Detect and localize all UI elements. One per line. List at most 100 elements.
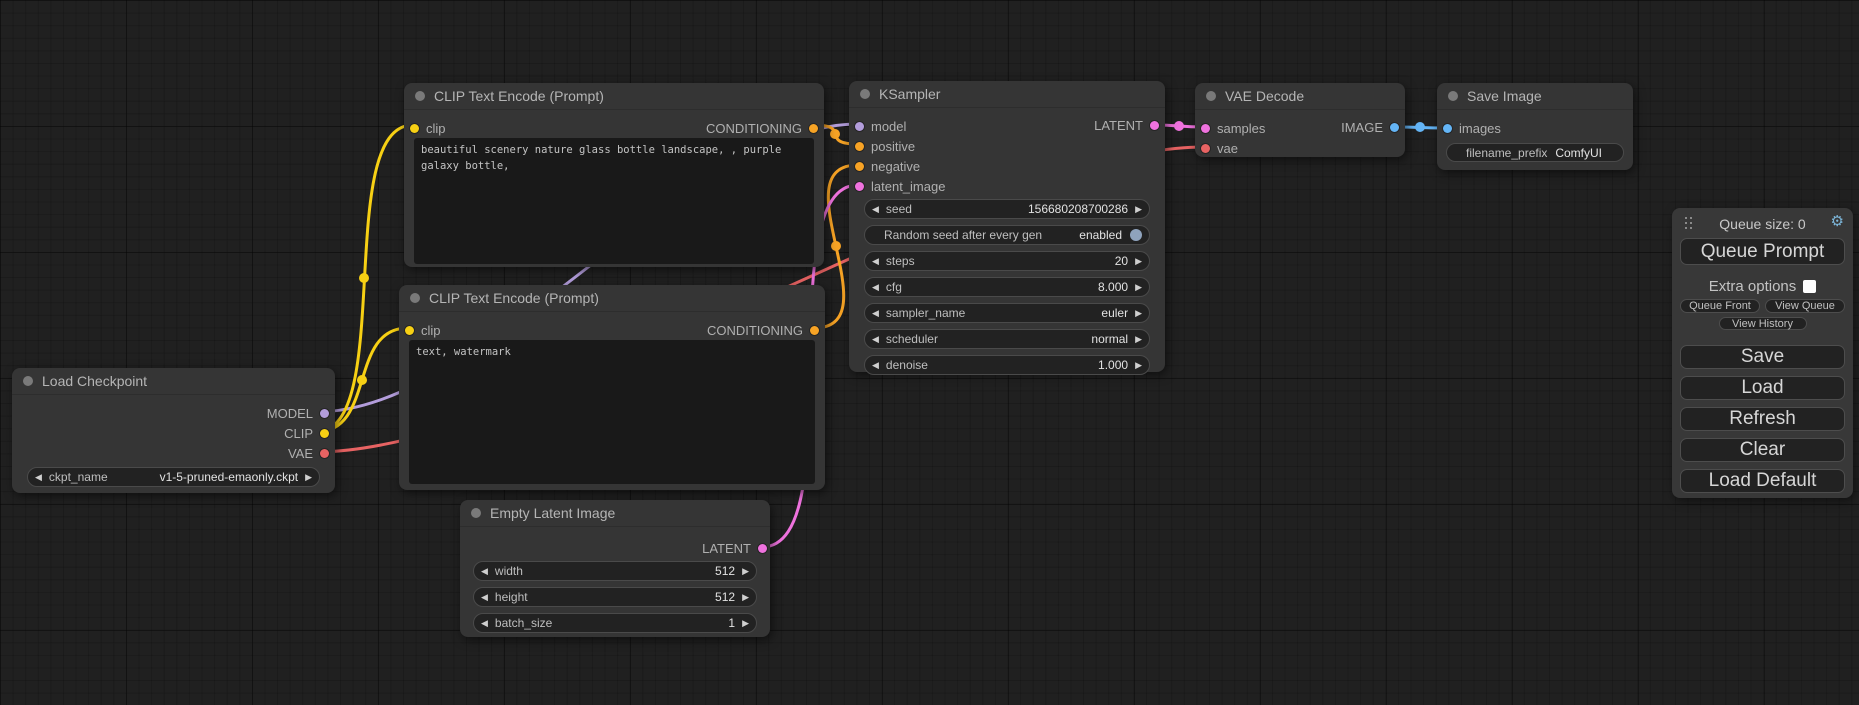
widget-value: 512 bbox=[715, 564, 735, 578]
clear-button[interactable]: Clear bbox=[1680, 438, 1845, 462]
toggle-knob-icon[interactable] bbox=[1130, 229, 1142, 241]
positive-input-dot[interactable] bbox=[855, 142, 864, 151]
filename-prefix-widget[interactable]: filename_prefix ComfyUI bbox=[1446, 143, 1624, 162]
prompt-text-area[interactable]: beautiful scenery nature glass bottle la… bbox=[414, 138, 814, 264]
increment-arrow-icon[interactable]: ▶ bbox=[1135, 361, 1142, 370]
link-midpoint-dot[interactable] bbox=[357, 375, 367, 385]
node-title: KSampler bbox=[879, 86, 940, 102]
ckpt-name-widget[interactable]: ◀ ckpt_name v1-5-pruned-emaonly.ckpt ▶ bbox=[27, 467, 320, 487]
view-history-button[interactable]: View History bbox=[1719, 317, 1807, 330]
clip-input-dot[interactable] bbox=[410, 124, 419, 133]
width-widget[interactable]: ◀ width 512 ▶ bbox=[473, 561, 757, 581]
node-title-bar[interactable]: CLIP Text Encode (Prompt) bbox=[404, 83, 824, 110]
node-vae-decode[interactable]: VAE Decode IMAGE samples vae bbox=[1195, 83, 1405, 157]
node-title-bar[interactable]: Save Image bbox=[1437, 83, 1633, 110]
node-ksampler[interactable]: KSampler LATENT model positive negative … bbox=[849, 81, 1165, 372]
increment-arrow-icon[interactable]: ▶ bbox=[305, 473, 312, 482]
queue-prompt-button[interactable]: Queue Prompt bbox=[1680, 238, 1845, 265]
decrement-arrow-icon[interactable]: ◀ bbox=[481, 593, 488, 602]
queue-control-panel: Queue size: 0 ⚙ Queue Prompt Extra optio… bbox=[1672, 208, 1853, 498]
height-widget[interactable]: ◀ height 512 ▶ bbox=[473, 587, 757, 607]
latent-output-dot[interactable] bbox=[1150, 121, 1159, 130]
refresh-button[interactable]: Refresh bbox=[1680, 407, 1845, 431]
decrement-arrow-icon[interactable]: ◀ bbox=[872, 257, 879, 266]
clip-output-dot[interactable] bbox=[320, 429, 329, 438]
node-title-bar[interactable]: Load Checkpoint bbox=[12, 368, 335, 395]
node-save-image[interactable]: Save Image images filename_prefix ComfyU… bbox=[1437, 83, 1633, 170]
link-midpoint-dot[interactable] bbox=[1415, 122, 1425, 132]
conditioning-output-dot[interactable] bbox=[810, 326, 819, 335]
extra-options-checkbox[interactable] bbox=[1803, 280, 1816, 293]
decrement-arrow-icon[interactable]: ◀ bbox=[872, 309, 879, 318]
seed-widget[interactable]: ◀ seed 156680208700286 ▶ bbox=[864, 199, 1150, 219]
denoise-widget[interactable]: ◀ denoise 1.000 ▶ bbox=[864, 355, 1150, 375]
link-midpoint-dot[interactable] bbox=[831, 241, 841, 251]
steps-widget[interactable]: ◀ steps 20 ▶ bbox=[864, 251, 1150, 271]
decrement-arrow-icon[interactable]: ◀ bbox=[481, 567, 488, 576]
node-title-bar[interactable]: CLIP Text Encode (Prompt) bbox=[399, 285, 825, 312]
increment-arrow-icon[interactable]: ▶ bbox=[1135, 283, 1142, 292]
model-output-dot[interactable] bbox=[320, 409, 329, 418]
collapse-dot-icon[interactable] bbox=[410, 293, 420, 303]
random-seed-toggle-widget[interactable]: Random seed after every gen enabled bbox=[864, 225, 1150, 245]
collapse-dot-icon[interactable] bbox=[471, 508, 481, 518]
node-title: Save Image bbox=[1467, 88, 1542, 104]
link-midpoint-dot[interactable] bbox=[359, 273, 369, 283]
output-label: CLIP bbox=[284, 426, 313, 441]
image-output-dot[interactable] bbox=[1390, 123, 1399, 132]
collapse-dot-icon[interactable] bbox=[1448, 91, 1458, 101]
increment-arrow-icon[interactable]: ▶ bbox=[1135, 205, 1142, 214]
collapse-dot-icon[interactable] bbox=[860, 89, 870, 99]
cfg-widget[interactable]: ◀ cfg 8.000 ▶ bbox=[864, 277, 1150, 297]
decrement-arrow-icon[interactable]: ◀ bbox=[35, 473, 42, 482]
node-clip-text-encode-positive[interactable]: CLIP Text Encode (Prompt) clip CONDITION… bbox=[404, 83, 824, 267]
queue-front-button[interactable]: Queue Front bbox=[1680, 299, 1760, 313]
vae-output-dot[interactable] bbox=[320, 449, 329, 458]
node-title-bar[interactable]: KSampler bbox=[849, 81, 1165, 108]
decrement-arrow-icon[interactable]: ◀ bbox=[872, 205, 879, 214]
negative-input-dot[interactable] bbox=[855, 162, 864, 171]
clip-input-dot[interactable] bbox=[405, 326, 414, 335]
samples-input-dot[interactable] bbox=[1201, 124, 1210, 133]
decrement-arrow-icon[interactable]: ◀ bbox=[872, 335, 879, 344]
node-title-bar[interactable]: VAE Decode bbox=[1195, 83, 1405, 110]
increment-arrow-icon[interactable]: ▶ bbox=[1135, 335, 1142, 344]
decrement-arrow-icon[interactable]: ◀ bbox=[872, 283, 879, 292]
latent-image-input-dot[interactable] bbox=[855, 182, 864, 191]
decrement-arrow-icon[interactable]: ◀ bbox=[481, 619, 488, 628]
collapse-dot-icon[interactable] bbox=[415, 91, 425, 101]
node-empty-latent-image[interactable]: Empty Latent Image LATENT ◀ width 512 ▶ … bbox=[460, 500, 770, 637]
output-slot-latent: LATENT bbox=[1094, 115, 1159, 135]
node-title-bar[interactable]: Empty Latent Image bbox=[460, 500, 770, 527]
widget-value: normal bbox=[1091, 332, 1128, 346]
batch-size-widget[interactable]: ◀ batch_size 1 ▶ bbox=[473, 613, 757, 633]
load-button[interactable]: Load bbox=[1680, 376, 1845, 400]
increment-arrow-icon[interactable]: ▶ bbox=[742, 593, 749, 602]
model-input-dot[interactable] bbox=[855, 122, 864, 131]
node-graph-canvas[interactable]: Load Checkpoint MODEL CLIP VAE ◀ ckpt_na… bbox=[0, 0, 1859, 705]
conditioning-output-dot[interactable] bbox=[809, 124, 818, 133]
increment-arrow-icon[interactable]: ▶ bbox=[1135, 309, 1142, 318]
link-midpoint-dot[interactable] bbox=[830, 129, 840, 139]
node-clip-text-encode-negative[interactable]: CLIP Text Encode (Prompt) clip CONDITION… bbox=[399, 285, 825, 490]
vae-input-dot[interactable] bbox=[1201, 144, 1210, 153]
load-default-button[interactable]: Load Default bbox=[1680, 469, 1845, 493]
images-input-dot[interactable] bbox=[1443, 124, 1452, 133]
link-midpoint-dot[interactable] bbox=[1174, 121, 1184, 131]
increment-arrow-icon[interactable]: ▶ bbox=[742, 567, 749, 576]
prompt-text-area[interactable]: text, watermark bbox=[409, 340, 815, 484]
gear-icon[interactable]: ⚙ bbox=[1831, 212, 1844, 230]
scheduler-widget[interactable]: ◀ scheduler normal ▶ bbox=[864, 329, 1150, 349]
increment-arrow-icon[interactable]: ▶ bbox=[742, 619, 749, 628]
view-queue-button[interactable]: View Queue bbox=[1765, 299, 1845, 313]
input-label: samples bbox=[1217, 121, 1265, 136]
sampler-name-widget[interactable]: ◀ sampler_name euler ▶ bbox=[864, 303, 1150, 323]
latent-output-dot[interactable] bbox=[758, 544, 767, 553]
collapse-dot-icon[interactable] bbox=[23, 376, 33, 386]
collapse-dot-icon[interactable] bbox=[1206, 91, 1216, 101]
node-load-checkpoint[interactable]: Load Checkpoint MODEL CLIP VAE ◀ ckpt_na… bbox=[12, 368, 335, 493]
save-button[interactable]: Save bbox=[1680, 345, 1845, 369]
widget-value: 1.000 bbox=[1098, 358, 1128, 372]
increment-arrow-icon[interactable]: ▶ bbox=[1135, 257, 1142, 266]
decrement-arrow-icon[interactable]: ◀ bbox=[872, 361, 879, 370]
